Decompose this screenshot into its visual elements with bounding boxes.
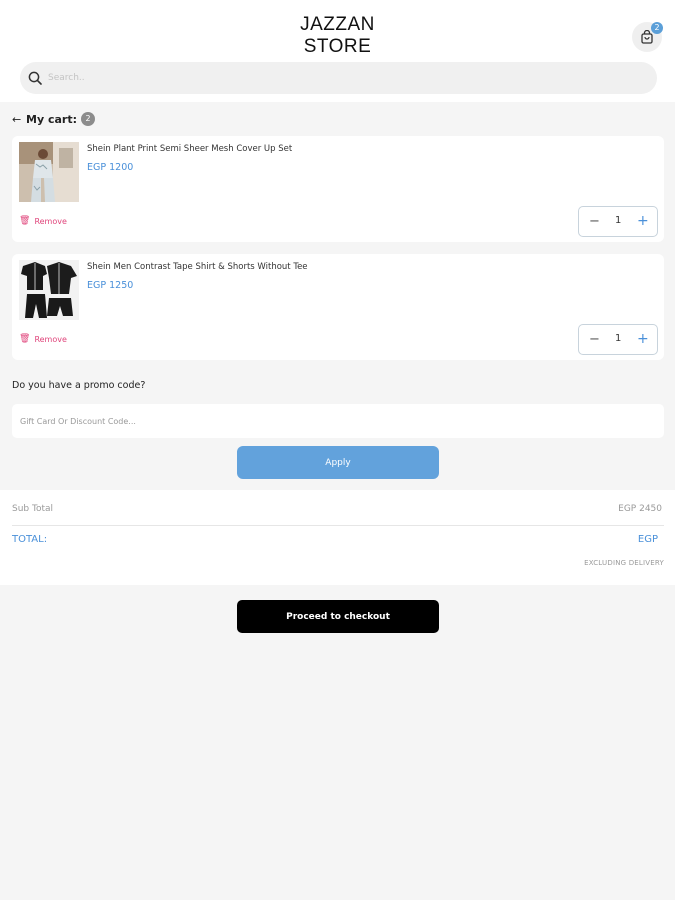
trash-icon: 🗑 (19, 216, 31, 226)
search-input[interactable] (48, 68, 638, 88)
promo-code-question: Do you have a promo code? (12, 380, 146, 391)
cart-count-badge: 2 (651, 22, 663, 34)
subtotal-value: EGP 2450 (618, 504, 662, 514)
search-icon (28, 71, 42, 85)
cart-items-count: 2 (80, 112, 95, 126)
cart-item: Shein Plant Print Semi Sheer Mesh Cover … (12, 136, 664, 242)
product-image[interactable] (19, 142, 79, 202)
product-image[interactable] (19, 260, 79, 320)
search-bar[interactable] (20, 62, 657, 94)
remove-button[interactable]: 🗑 Remove (19, 216, 67, 226)
product-price: EGP 1200 (87, 162, 134, 173)
remove-button[interactable]: 🗑 Remove (19, 334, 67, 344)
back-arrow-icon[interactable]: ← (12, 113, 26, 126)
trash-icon: 🗑 (19, 334, 31, 344)
quantity-value: 1 (615, 333, 622, 344)
logo-line-2: STORE (303, 36, 372, 57)
quantity-value: 1 (615, 215, 622, 226)
decrease-quantity-button[interactable]: − (589, 332, 600, 347)
quantity-stepper: − 1 + (578, 206, 658, 237)
increase-quantity-button[interactable]: + (637, 331, 649, 347)
quantity-stepper: − 1 + (578, 324, 658, 355)
remove-label: Remove (34, 334, 67, 344)
proceed-to-checkout-button[interactable]: Proceed to checkout (237, 600, 439, 633)
total-value: EGP (637, 534, 658, 545)
summary-divider (12, 525, 664, 526)
subtotal-label: Sub Total (12, 504, 54, 514)
total-label: TOTAL: (12, 534, 48, 545)
apply-button[interactable]: Apply (237, 446, 439, 479)
product-price: EGP 1250 (87, 280, 134, 291)
promo-code-input[interactable] (12, 404, 664, 438)
decrease-quantity-button[interactable]: − (589, 214, 600, 229)
cart-heading: ← My cart: 2 (12, 110, 95, 128)
cart-item: Shein Men Contrast Tape Shirt & Shorts W… (12, 254, 664, 360)
product-name[interactable]: Shein Plant Print Semi Sheer Mesh Cover … (87, 144, 292, 154)
app-header: JAZZAN STORE 2 (0, 0, 675, 102)
logo-line-1: JAZZAN (300, 14, 375, 35)
remove-label: Remove (34, 216, 67, 226)
store-logo[interactable]: JAZZAN STORE (0, 14, 675, 58)
excluding-delivery-note: EXCLUDING DELIVERY (584, 559, 664, 567)
cart-title: My cart (26, 112, 73, 126)
increase-quantity-button[interactable]: + (637, 213, 649, 229)
product-name[interactable]: Shein Men Contrast Tape Shirt & Shorts W… (87, 262, 308, 272)
order-summary: Sub Total EGP 2450 TOTAL: EGP EXCLUDING … (0, 490, 675, 585)
